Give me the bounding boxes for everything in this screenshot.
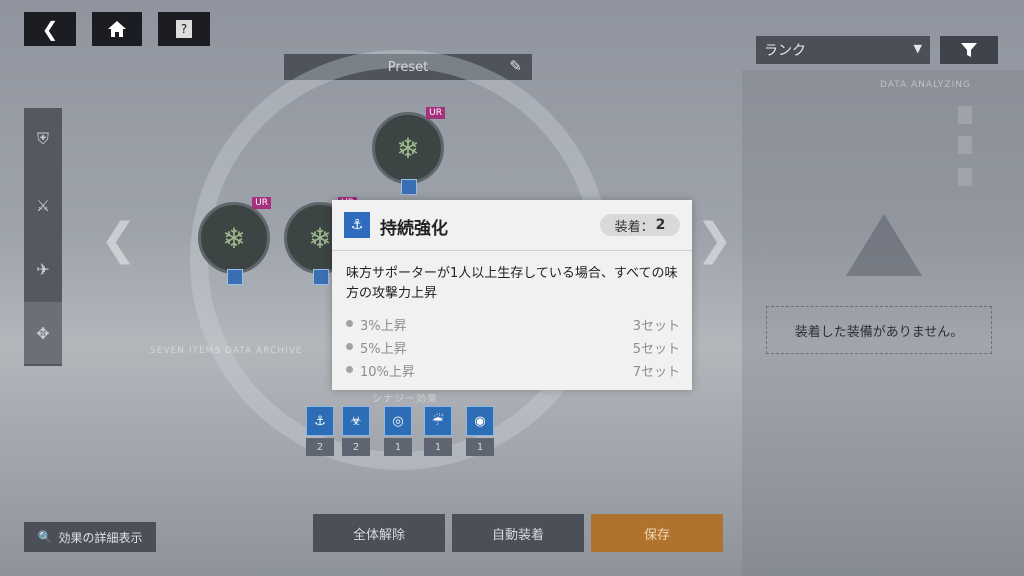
set-effect-count: 1	[384, 438, 412, 456]
set-effect-item[interactable]: ☔ 1	[424, 406, 452, 456]
effect-detail-button[interactable]: 🔍 効果の詳細表示	[24, 522, 156, 552]
tier-row: 3%上昇 3セット	[346, 314, 680, 334]
release-all-button[interactable]: 全体解除	[313, 514, 445, 552]
equip-count-badge: 装着： 2	[600, 214, 680, 236]
deco-square	[958, 106, 972, 124]
empty-equipment-box: 装着した装備がありません。	[766, 306, 992, 354]
set-icon	[227, 269, 243, 285]
module-icon: ❄	[222, 221, 246, 255]
equip-count-label: 装着：	[614, 219, 654, 235]
tier-effect: 10%上昇	[360, 365, 415, 380]
data-analyzing-text: DATA ANALYZING	[880, 80, 971, 90]
rank-dropdown[interactable]: ランク ▼	[756, 36, 930, 64]
auto-equip-label: 自動装着	[491, 527, 544, 543]
popup-description: 味方サポーターが1人以上生存している場合、すべての味方の攻撃力上昇	[346, 266, 678, 301]
plane-icon: ✈	[36, 259, 50, 279]
set-effect-count: 1	[466, 438, 494, 456]
filter-button[interactable]	[940, 36, 998, 64]
move-icon: ✥	[36, 323, 50, 343]
tier-row: 10%上昇 7セット	[346, 360, 680, 380]
bullet-icon	[346, 343, 353, 350]
set-effect-item[interactable]: ☣ 2	[342, 406, 370, 456]
tier-requirement: 5セット	[632, 342, 680, 357]
set-icon	[313, 269, 329, 285]
rain-icon: ☔	[424, 406, 452, 436]
sidebar-item-shield[interactable]: ⛨	[24, 108, 62, 170]
release-all-label: 全体解除	[352, 527, 405, 543]
home-button[interactable]	[92, 12, 142, 46]
module-icon: ❄	[396, 131, 420, 165]
popup-title: 持続強化	[380, 219, 448, 239]
set-icon	[401, 179, 417, 195]
help-button[interactable]: ?	[158, 12, 210, 46]
grade-badge: UR	[426, 107, 445, 119]
bullet-icon	[346, 320, 353, 327]
set-effect-item[interactable]: ◎ 1	[384, 406, 412, 456]
archive-text: SEVEN ITEMS DATA ARCHIVE	[150, 346, 303, 356]
tier-effect: 5%上昇	[360, 342, 407, 357]
module-icon: ❄	[308, 221, 332, 255]
tier-row: 5%上昇 5セット	[346, 337, 680, 357]
biohazard-icon: ☣	[342, 406, 370, 436]
equipment-slot-left[interactable]: ❄ UR	[198, 197, 271, 285]
set-effect-count: 1	[424, 438, 452, 456]
set-effect-count: 2	[306, 438, 334, 456]
set-effect-count: 2	[342, 438, 370, 456]
chevron-left-icon: ❮	[41, 17, 59, 41]
tier-requirement: 3セット	[632, 319, 680, 334]
save-label: 保存	[643, 527, 670, 543]
filter-icon	[961, 43, 977, 57]
tier-effect: 3%上昇	[360, 319, 407, 334]
save-button[interactable]: 保存	[591, 514, 723, 552]
prev-arrow-icon[interactable]: ❮	[100, 214, 137, 265]
target-icon: ◉	[466, 406, 494, 436]
equipment-slot-top[interactable]: ❄ UR	[372, 107, 445, 195]
equip-count-value: 2	[655, 217, 666, 233]
home-icon	[108, 21, 126, 37]
tier-requirement: 7セット	[632, 365, 680, 380]
deco-square	[958, 168, 972, 186]
synergy-label: シナジー効果	[372, 394, 438, 405]
rank-dropdown-label: ランク	[764, 43, 806, 59]
caret-down-icon: ▼	[913, 42, 922, 55]
sidebar-item-move[interactable]: ✥	[24, 302, 62, 364]
popup-header: ⚓ 持続強化 装着： 2	[332, 200, 692, 251]
next-arrow-icon[interactable]: ❯	[696, 214, 733, 265]
sidebar-item-plane[interactable]: ✈	[24, 238, 62, 300]
set-effect-item[interactable]: ◉ 1	[466, 406, 494, 456]
faction-logo-icon	[846, 214, 922, 276]
deco-square	[958, 136, 972, 154]
auto-equip-button[interactable]: 自動装着	[452, 514, 584, 552]
anchor-icon: ⚓	[306, 406, 334, 436]
set-effect-popup[interactable]: ⚓ 持続強化 装着： 2 味方サポーターが1人以上生存している場合、すべての味方…	[332, 200, 692, 390]
sustained-boost-icon: ⚓	[344, 212, 370, 238]
search-icon: 🔍	[37, 530, 53, 544]
bullet-icon	[346, 366, 353, 373]
sidebar-item-sword[interactable]: ⚔	[24, 174, 62, 236]
category-sidebar: ⛨ ⚔ ✈ ✥	[24, 108, 62, 366]
grade-badge: UR	[252, 197, 271, 209]
help-icon: ?	[176, 20, 192, 38]
shield-swirl-icon: ◎	[384, 406, 412, 436]
shield-icon: ⛨	[36, 129, 49, 148]
back-button[interactable]: ❮	[24, 12, 76, 46]
pencil-icon[interactable]: ✎	[509, 57, 522, 75]
set-effect-item[interactable]: ⚓ 2	[306, 406, 334, 456]
effect-detail-label: 効果の詳細表示	[58, 530, 143, 545]
empty-equipment-message: 装着した装備がありません。	[794, 324, 964, 340]
sword-icon: ⚔	[35, 195, 51, 215]
